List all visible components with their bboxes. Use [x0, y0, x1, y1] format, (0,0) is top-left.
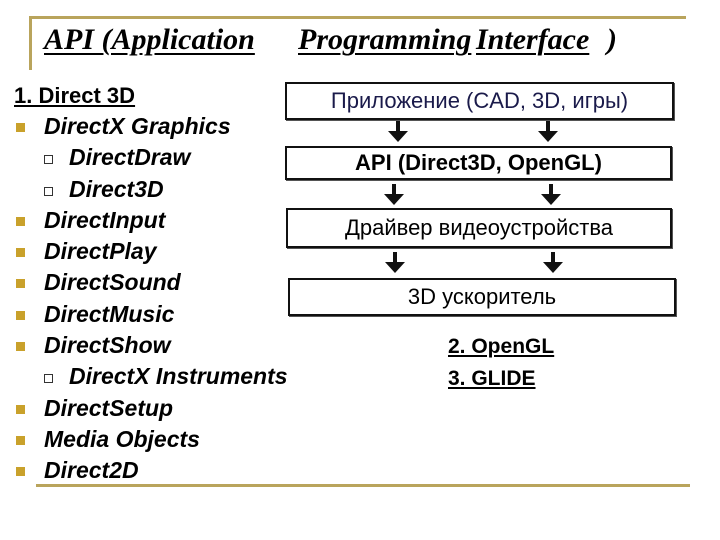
title-frame-left-rule: [29, 16, 32, 70]
diagram-box-driver: Драйвер видеоустройства: [286, 208, 672, 248]
section-heading-direct3d: 1. Direct 3D: [14, 83, 136, 108]
diagram-box-label: Приложение (CAD, 3D, игры): [330, 88, 629, 113]
square-bullet-icon: [16, 123, 25, 132]
down-arrow-icon: [537, 121, 559, 143]
list-item-label: DirectMusic: [44, 300, 175, 327]
hollow-square-bullet-icon: [44, 155, 53, 165]
list-item-label: DirectSound: [44, 269, 181, 296]
diagram-box-label: API (Direct3D, OpenGL): [355, 150, 602, 175]
square-bullet-icon: [16, 435, 25, 445]
diagram-box-application: Приложение (CAD, 3D, игры): [285, 82, 674, 120]
diagram-box-3d-accelerator: 3D ускоритель: [288, 278, 676, 316]
list-item: Media Objects: [0, 424, 340, 455]
square-bullet-icon: [16, 248, 25, 258]
title-part-close-paren: ): [607, 23, 617, 56]
down-arrow-icon: [384, 252, 406, 274]
other-apis-list: 2. OpenGL 3. GLIDE: [448, 331, 554, 395]
list-item-label: DirectX Graphics: [44, 113, 231, 139]
list-item: DirectShow: [0, 330, 340, 361]
list-item-label: Media Objects: [44, 425, 200, 452]
title-part-interface: Interface: [476, 23, 590, 56]
bottom-rule: [36, 484, 690, 487]
other-api-opengl: 2. OpenGL: [448, 335, 555, 358]
square-bullet-icon: [16, 342, 25, 352]
list-item-label: DirectInput: [44, 206, 166, 233]
hollow-square-bullet-icon: [44, 374, 53, 384]
square-bullet-icon: [16, 279, 25, 289]
list-item-label: DirectPlay: [44, 238, 157, 265]
title-part-api-application: API (Application: [44, 23, 255, 56]
list-item-label: DirectDraw: [69, 144, 191, 171]
diagram-box-api: API (Direct3D, OpenGL): [285, 146, 672, 180]
hollow-square-bullet-icon: [44, 186, 53, 196]
down-arrow-icon: [383, 184, 405, 206]
list-item: DirectSetup: [0, 393, 340, 424]
down-arrow-icon: [387, 121, 409, 143]
list-item-label: Direct3D: [69, 175, 164, 202]
diagram-box-label: 3D ускоритель: [407, 284, 557, 309]
down-arrow-icon: [540, 184, 562, 206]
square-bullet-icon: [16, 467, 25, 477]
list-item: Direct2D: [0, 455, 340, 486]
title-part-programming: Programming: [298, 23, 472, 56]
list-item-label: DirectX Instruments: [69, 363, 288, 390]
down-arrow-icon: [542, 252, 564, 274]
list-item-label: Direct2D: [44, 457, 139, 484]
square-bullet-icon: [16, 216, 25, 226]
other-api-glide: 3. GLIDE: [448, 367, 536, 390]
square-bullet-icon: [16, 404, 25, 414]
diagram-box-label: Драйвер видеоустройства: [344, 215, 614, 240]
list-item-label: DirectShow: [44, 332, 171, 359]
list-item-label: DirectSetup: [44, 394, 174, 421]
square-bullet-icon: [16, 310, 25, 320]
list-subitem: DirectX Instruments: [0, 361, 340, 392]
